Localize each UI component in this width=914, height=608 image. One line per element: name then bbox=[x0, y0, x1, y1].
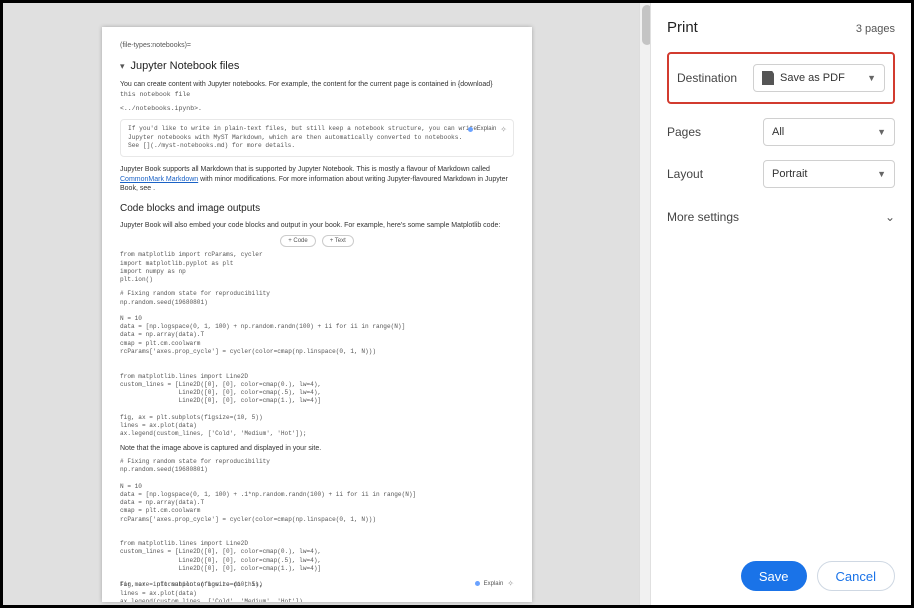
explain-label: Explain bbox=[477, 125, 497, 133]
pdf-file-icon bbox=[762, 71, 774, 85]
chevron-down-icon: ▼ bbox=[867, 73, 876, 83]
breadcrumb: (file-types:notebooks)= bbox=[120, 41, 514, 51]
pages-row: Pages All ▼ bbox=[667, 118, 895, 146]
explain-dot-icon bbox=[468, 127, 473, 132]
pages-value: All bbox=[772, 126, 784, 138]
embed-paragraph: Jupyter Book will also embed your code b… bbox=[120, 221, 514, 231]
text-tab[interactable]: + Text bbox=[322, 235, 354, 247]
preview-page-content: (file-types:notebooks)= ▾ Jupyter Notebo… bbox=[102, 27, 532, 602]
print-dialog-window: (file-types:notebooks)= ▾ Jupyter Notebo… bbox=[0, 0, 914, 608]
preview-page: (file-types:notebooks)= ▾ Jupyter Notebo… bbox=[102, 27, 532, 602]
code-tab[interactable]: + Code bbox=[280, 235, 316, 247]
explain-dot-icon bbox=[475, 581, 480, 586]
footer-explain-pill[interactable]: Explain ✧ bbox=[475, 579, 514, 588]
explain-label: Explain bbox=[484, 581, 504, 587]
layout-label: Layout bbox=[667, 167, 703, 181]
destination-select[interactable]: Save as PDF ▼ bbox=[753, 64, 885, 92]
code-block-1: from matplotlib import rcParams, cycler … bbox=[120, 251, 514, 284]
cancel-button[interactable]: Cancel bbox=[817, 561, 895, 591]
section-heading: ▾ Jupyter Notebook files bbox=[120, 59, 514, 74]
panel-title: Print bbox=[667, 19, 698, 36]
settings-star-icon: ✧ bbox=[507, 579, 514, 588]
support-text-1: Jupyter Book supports all Markdown that … bbox=[120, 166, 490, 173]
panel-footer: Save Cancel bbox=[741, 561, 895, 591]
destination-row: Destination Save as PDF ▼ bbox=[677, 64, 885, 92]
settings-star-icon: ✧ bbox=[500, 124, 507, 135]
chevron-down-icon: ⌄ bbox=[885, 210, 895, 224]
panel-header: Print 3 pages bbox=[667, 19, 895, 36]
subheading-code-blocks: Code blocks and image outputs bbox=[120, 202, 514, 216]
intro-path: <../notebooks.ipynb>. bbox=[120, 104, 514, 113]
code-block-2: # Fixing random state for reproducibilit… bbox=[120, 290, 514, 438]
destination-label: Destination bbox=[677, 71, 737, 85]
more-settings-label: More settings bbox=[667, 210, 739, 224]
chevron-down-icon: ▾ bbox=[120, 60, 125, 73]
destination-highlight-box: Destination Save as PDF ▼ bbox=[667, 52, 895, 104]
intro-inline-code: this notebook file bbox=[120, 91, 190, 98]
intro-paragraph: You can create content with Jupyter note… bbox=[120, 80, 514, 100]
note-box: Explain ✧ If you'd like to write in plai… bbox=[120, 119, 514, 157]
layout-row: Layout Portrait ▼ bbox=[667, 160, 895, 188]
layout-value: Portrait bbox=[772, 168, 807, 180]
support-paragraph: Jupyter Book supports all Markdown that … bbox=[120, 165, 514, 194]
explain-pill[interactable]: Explain ✧ bbox=[468, 124, 507, 135]
save-button[interactable]: Save bbox=[741, 561, 807, 591]
more-settings-row[interactable]: More settings ⌄ bbox=[667, 210, 895, 224]
pages-label: Pages bbox=[667, 125, 701, 139]
print-settings-panel: Print 3 pages Destination Save as PDF ▼ bbox=[650, 3, 911, 605]
pages-select[interactable]: All ▼ bbox=[763, 118, 895, 146]
section-heading-text: Jupyter Notebook files bbox=[131, 59, 240, 74]
print-preview-area: (file-types:notebooks)= ▾ Jupyter Notebo… bbox=[3, 3, 653, 605]
commonmark-link[interactable]: CommonMark Markdown bbox=[120, 176, 198, 183]
chevron-down-icon: ▼ bbox=[877, 127, 886, 137]
note-paragraph: Note that the image above is captured an… bbox=[120, 444, 514, 454]
page-count: 3 pages bbox=[856, 23, 895, 35]
note-box-text: If you'd like to write in plain-text fil… bbox=[128, 125, 506, 151]
mini-tab-row: + Code + Text bbox=[120, 235, 514, 247]
layout-select[interactable]: Portrait ▼ bbox=[763, 160, 895, 188]
page-footer-left: For more information on how to do this, bbox=[120, 581, 263, 588]
chevron-down-icon: ▼ bbox=[877, 169, 886, 179]
intro-text: You can create content with Jupyter note… bbox=[120, 81, 493, 88]
destination-value: Save as PDF bbox=[780, 72, 845, 84]
